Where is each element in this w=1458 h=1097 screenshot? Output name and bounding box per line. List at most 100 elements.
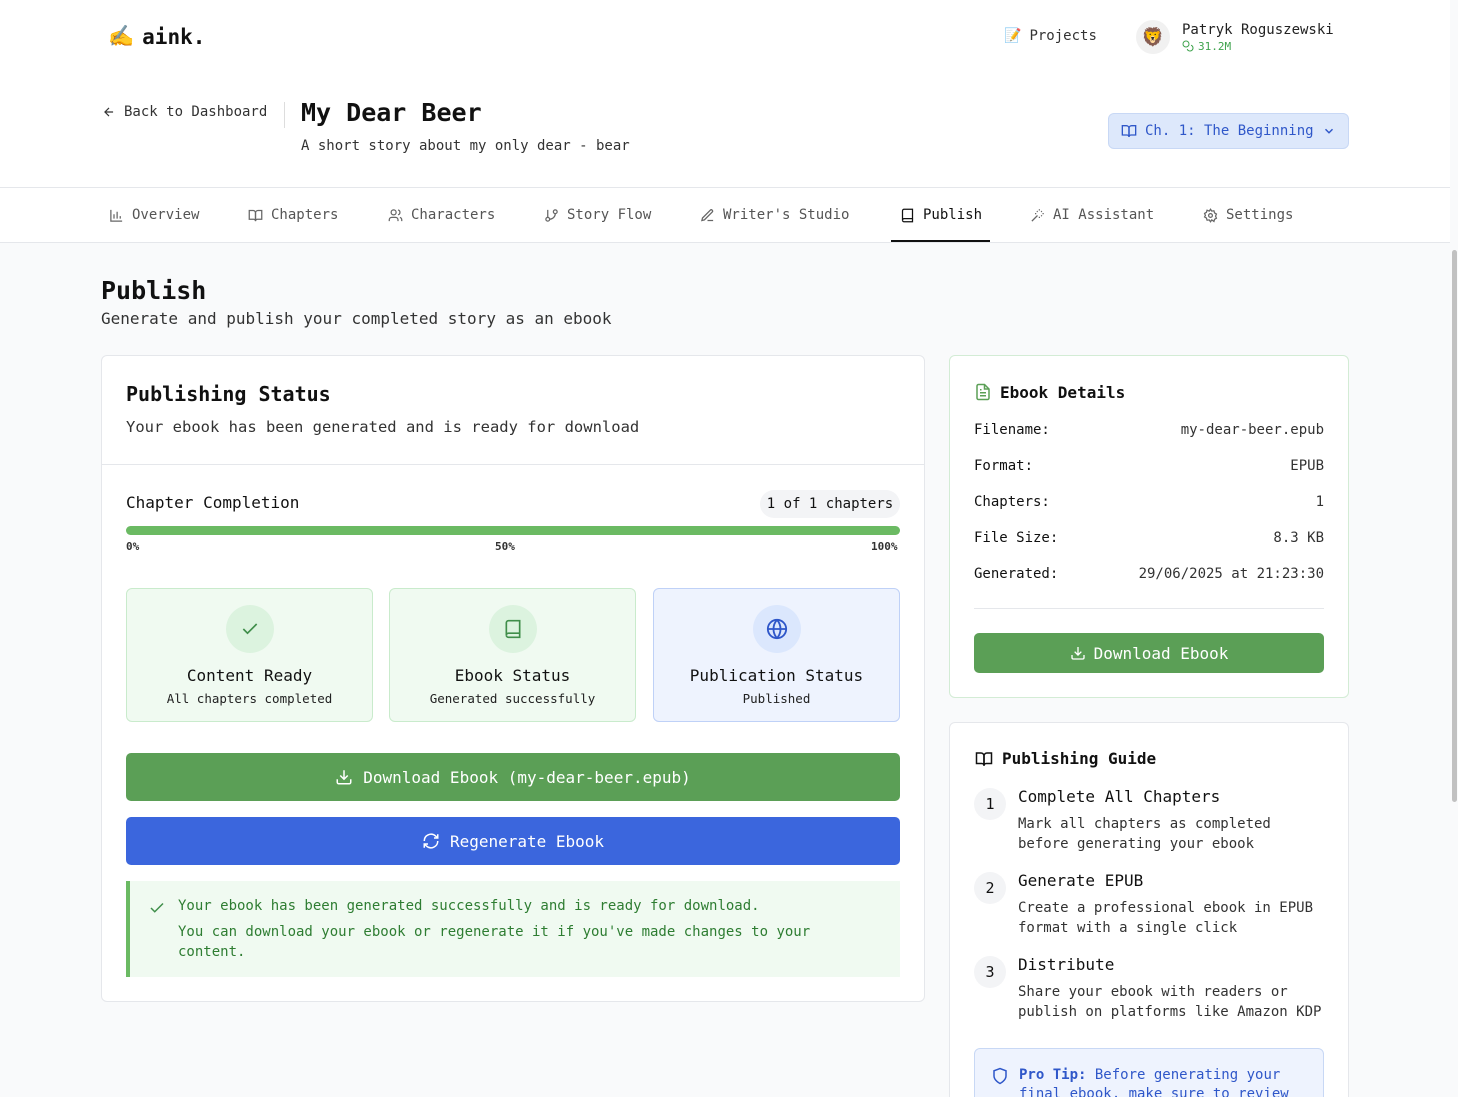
- projects-label: Projects: [1029, 28, 1097, 44]
- step-number: 3: [974, 956, 1006, 988]
- file-text-icon: [976, 383, 990, 401]
- app-logo[interactable]: ✍️ aink.: [108, 24, 205, 49]
- tab-ai-assistant[interactable]: AI Assistant: [1030, 188, 1154, 242]
- step-number: 1: [974, 788, 1006, 820]
- publishing-status-card: Publishing Status Your ebook has been ge…: [101, 355, 925, 1002]
- detail-row-file-size: File Size: 8.3 KB: [974, 530, 1324, 546]
- button-label: Download Ebook: [1093, 643, 1229, 663]
- page-title: Publish: [101, 276, 207, 305]
- back-to-dashboard-link[interactable]: Back to Dashboard: [102, 104, 267, 120]
- card-title-text: Publishing Guide: [1002, 749, 1157, 768]
- detail-row-generated: Generated: 29/06/2025 at 21:23:30: [974, 566, 1324, 582]
- lion-face-icon: 🦁: [1141, 26, 1165, 48]
- tab-label: Characters: [411, 207, 496, 223]
- chapter-count-badge: 1 of 1 chapters: [760, 490, 900, 518]
- publication-status-box: Publication Status Published: [653, 588, 900, 722]
- pen-icon: [701, 208, 714, 221]
- alert-detail: You can download your ebook or regenerat…: [178, 924, 811, 960]
- chapter-select[interactable]: Ch. 1: The Beginning: [1108, 113, 1349, 149]
- status-box-subtitle: Published: [742, 691, 811, 706]
- card-title: Publishing Guide: [974, 749, 1156, 768]
- button-label: Regenerate Ebook: [449, 831, 605, 851]
- download-ebook-button[interactable]: Download Ebook (my-dear-beer.epub): [126, 753, 900, 801]
- ebook-details-card: Ebook Details Filename: my-dear-beer.epub…: [949, 355, 1349, 698]
- divider: [974, 608, 1324, 609]
- download-ebook-button[interactable]: Download Ebook: [974, 633, 1324, 673]
- ebook-status-box: Ebook Status Generated successfully: [389, 588, 636, 722]
- globe-icon: [752, 605, 801, 653]
- card-title: Ebook Details: [974, 382, 1125, 402]
- tab-label: Publish: [923, 207, 983, 223]
- divider: [102, 464, 924, 465]
- tab-chapters[interactable]: Chapters: [248, 188, 338, 242]
- detail-label: Chapters:: [974, 494, 1050, 510]
- detail-value: my-dear-beer.epub: [1180, 422, 1324, 438]
- tab-writers-studio[interactable]: Writer's Studio: [700, 188, 849, 242]
- chapter-select-value: Ch. 1: The Beginning: [1145, 123, 1314, 139]
- step-title: Distribute: [1018, 955, 1115, 974]
- pro-tip-label: Pro Tip:: [1019, 1067, 1087, 1083]
- progress-label-max: 100%: [871, 540, 898, 553]
- tab-label: Overview: [132, 207, 200, 223]
- tab-story-flow[interactable]: Story Flow: [544, 188, 651, 242]
- detail-value: 29/06/2025 at 21:23:30: [1138, 566, 1324, 582]
- tab-bar: Overview Chapters Characters Story Flow …: [0, 187, 1450, 243]
- status-box-title: Publication Status: [689, 666, 864, 685]
- page-subtitle: Generate and publish your completed stor…: [101, 309, 612, 328]
- pro-tip-box: Pro Tip: Before generating your final eb…: [974, 1048, 1324, 1097]
- card-title-text: Ebook Details: [1000, 382, 1126, 402]
- shield-icon: [993, 1067, 1007, 1085]
- download-icon: [336, 770, 352, 785]
- tab-label: Chapters: [271, 207, 339, 223]
- user-menu[interactable]: 🦁 Patryk Roguszewski 31.2M: [1136, 20, 1334, 54]
- bar-chart-icon: [110, 209, 123, 222]
- gear-icon: [1203, 207, 1218, 223]
- step-description: Create a professional ebook in EPUB form…: [1018, 900, 1314, 936]
- alert-message: Your ebook has been generated successful…: [178, 898, 760, 914]
- tab-label: AI Assistant: [1053, 207, 1155, 223]
- completion-progress-bar: [126, 526, 900, 535]
- detail-label: Format:: [974, 458, 1034, 474]
- card-title: Publishing Status: [126, 382, 331, 406]
- book-open-icon: [248, 209, 263, 221]
- projects-link[interactable]: 📝 Projects: [1004, 28, 1097, 44]
- detail-label: File Size:: [974, 530, 1059, 546]
- project-title: My Dear Beer: [301, 98, 482, 127]
- download-icon: [1070, 647, 1085, 660]
- step-description: Mark all chapters as completed before ge…: [1018, 816, 1271, 852]
- active-tab-indicator: [891, 240, 990, 242]
- token-balance: 31.2M: [1182, 40, 1334, 53]
- refresh-icon: [423, 833, 439, 849]
- memo-icon: 📝: [1004, 28, 1022, 44]
- user-name: Patryk Roguszewski: [1182, 21, 1334, 38]
- check-icon: [225, 605, 274, 653]
- pro-tip-text: Pro Tip: Before generating your final eb…: [1019, 1066, 1309, 1097]
- logo-text: aink.: [142, 24, 206, 49]
- book-open-icon: [975, 751, 993, 766]
- tab-publish[interactable]: Publish: [900, 188, 982, 242]
- content-ready-box: Content Ready All chapters completed: [126, 588, 373, 722]
- tab-characters[interactable]: Characters: [388, 188, 495, 242]
- step-number: 2: [974, 872, 1006, 904]
- magic-wand-icon: [1031, 208, 1044, 222]
- git-branch-icon: [545, 208, 558, 222]
- coins-icon: [1182, 40, 1194, 52]
- back-label: Back to Dashboard: [124, 104, 268, 120]
- detail-row-chapters: Chapters: 1: [974, 494, 1324, 510]
- success-alert: Your ebook has been generated successful…: [126, 881, 900, 977]
- step-title: Complete All Chapters: [1018, 787, 1221, 806]
- regenerate-ebook-button[interactable]: Regenerate Ebook: [126, 817, 900, 865]
- chapter-completion-label: Chapter Completion: [126, 493, 300, 512]
- tab-overview[interactable]: Overview: [109, 188, 199, 242]
- arrow-left-icon: [104, 107, 114, 117]
- tab-settings[interactable]: Settings: [1203, 188, 1293, 242]
- status-box-subtitle: Generated successfully: [429, 691, 596, 706]
- progress-label-min: 0%: [126, 540, 140, 553]
- button-label: Download Ebook (my-dear-beer.epub): [363, 767, 691, 787]
- status-box-title: Ebook Status: [454, 666, 571, 685]
- avatar: 🦁: [1136, 20, 1170, 54]
- check-icon: [150, 902, 164, 913]
- page-scrollbar[interactable]: [1452, 250, 1457, 802]
- book-open-icon: [1121, 125, 1137, 138]
- tab-label: Writer's Studio: [723, 207, 850, 223]
